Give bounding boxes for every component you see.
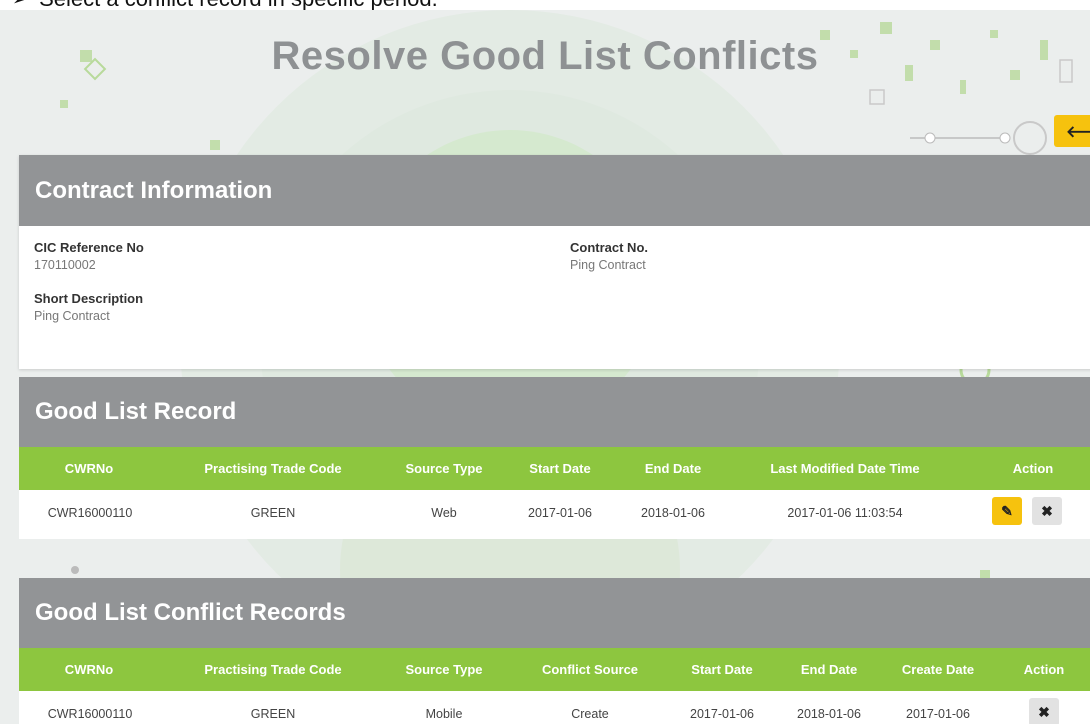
contract-no-value: Ping Contract <box>570 258 646 272</box>
column-header: CWRNo <box>64 662 114 677</box>
contract-information-body: CIC Reference No 170110002 Contract No. … <box>19 226 1090 369</box>
last-modified-cell: 2017-01-06 11:03:54 <box>787 506 903 520</box>
source-type-cell: Web <box>431 506 457 520</box>
trade-code-cell: GREEN <box>250 506 296 520</box>
column-header: Action <box>1023 662 1065 677</box>
page-title: Resolve Good List Conflicts <box>271 34 819 78</box>
close-icon: ✖ <box>1038 703 1050 720</box>
column-header: CWRNo <box>64 461 114 476</box>
source-type-cell: Mobile <box>425 707 463 721</box>
contract-no-label: Contract No. <box>570 240 648 255</box>
table-row[interactable]: CWR16000110 GREEN Web 2017-01-06 2018-01… <box>19 490 1090 539</box>
table-row[interactable]: CWR16000110 GREEN Mobile Create 2017-01-… <box>19 691 1090 724</box>
conflict-source-cell: Create <box>571 707 609 721</box>
start-date-cell: 2017-01-06 <box>690 707 754 721</box>
column-header: Create Date <box>901 662 975 677</box>
good-list-record-table-header: CWRNo Practising Trade Code Source Type … <box>19 447 1090 490</box>
delete-button[interactable]: ✖ <box>1029 698 1059 724</box>
delete-button[interactable]: ✖ <box>1032 497 1062 525</box>
column-header: Source Type <box>405 461 483 476</box>
conflict-records-table-header: CWRNo Practising Trade Code Source Type … <box>19 648 1090 691</box>
column-header: Start Date <box>691 662 753 677</box>
back-button[interactable]: 🡐 <box>1054 115 1090 147</box>
end-date-cell: 2018-01-06 <box>797 707 861 721</box>
short-description-label: Short Description <box>34 291 144 306</box>
edit-button[interactable]: ✎ <box>992 497 1022 525</box>
column-header: End Date <box>644 461 702 476</box>
create-date-cell: 2017-01-06 <box>906 707 970 721</box>
column-header: End Date <box>800 662 858 677</box>
bullet-arrow-icon: ➢ <box>12 0 27 10</box>
column-header: Practising Trade Code <box>204 461 342 476</box>
start-date-cell: 2017-01-06 <box>528 506 592 520</box>
column-header: Conflict Source <box>541 662 639 677</box>
good-list-record-panel: Good List Record CWRNo Practising Trade … <box>19 377 1090 539</box>
short-description-value: Ping Contract <box>34 309 110 323</box>
column-header: Source Type <box>405 662 483 677</box>
cic-reference-field: CIC Reference No 170110002 <box>34 240 144 272</box>
column-header: Last Modified Date Time <box>770 461 920 476</box>
arrow-left-icon: 🡐 <box>1066 123 1090 141</box>
cic-reference-value: 170110002 <box>34 258 96 272</box>
good-list-conflict-records-header: Good List Conflict Records <box>19 578 1090 648</box>
column-header: Start Date <box>529 461 591 476</box>
cwrno-cell: CWR16000110 <box>47 707 133 721</box>
trade-code-cell: GREEN <box>250 707 296 721</box>
cwrno-cell: CWR16000110 <box>47 506 133 520</box>
cic-reference-label: CIC Reference No <box>34 240 144 255</box>
short-description-field: Short Description Ping Contract <box>34 291 143 323</box>
column-header: Practising Trade Code <box>204 662 342 677</box>
contract-information-panel: Contract Information CIC Reference No 17… <box>19 155 1090 369</box>
good-list-record-header: Good List Record <box>19 377 1090 447</box>
good-list-conflict-records-panel: Good List Conflict Records CWRNo Practis… <box>19 578 1090 724</box>
column-header: Action <box>1012 461 1054 476</box>
contract-no-field: Contract No. Ping Contract <box>570 240 648 272</box>
pencil-icon: ✎ <box>1001 502 1013 519</box>
close-icon: ✖ <box>1041 502 1053 519</box>
contract-information-header: Contract Information <box>19 155 1090 226</box>
end-date-cell: 2018-01-06 <box>641 506 705 520</box>
